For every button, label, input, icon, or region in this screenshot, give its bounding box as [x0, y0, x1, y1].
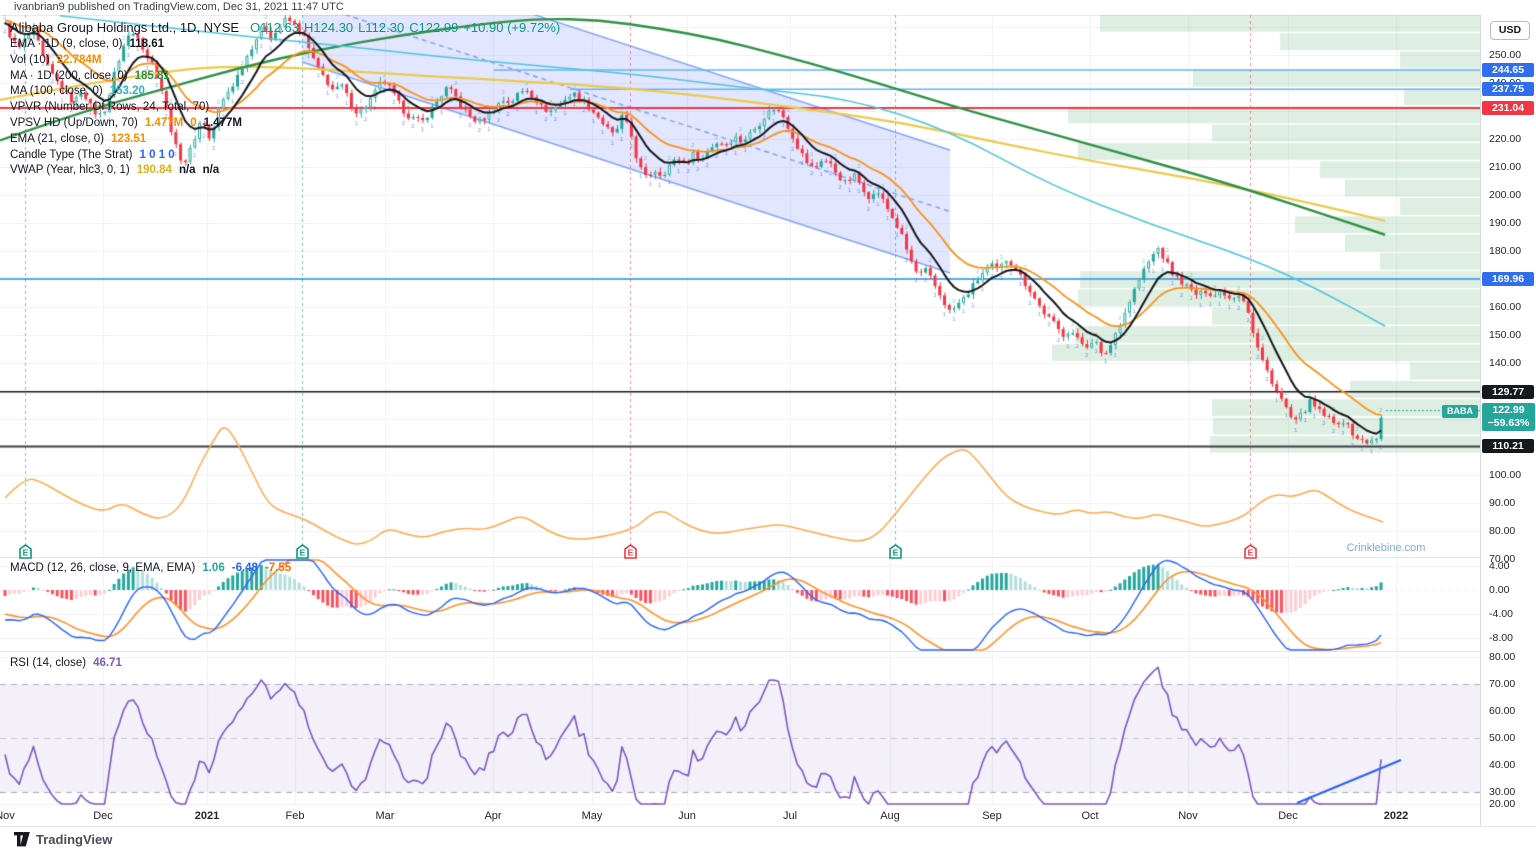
time-axis-label: May: [581, 810, 603, 822]
price-axis-label: 190.00: [1489, 217, 1522, 229]
svg-text:E: E: [1248, 548, 1254, 558]
rsi-axis-label: 50.00: [1489, 732, 1516, 744]
pane-separator-macd[interactable]: [0, 557, 1480, 558]
time-axis-label: Aug: [880, 810, 900, 822]
price-level-badge: 244.65: [1482, 62, 1534, 77]
rsi-axis-label: 80.00: [1489, 651, 1516, 663]
svg-text:E: E: [300, 548, 306, 558]
price-axis-label: 90.00: [1489, 497, 1516, 509]
macd-axis-label: 4.00: [1489, 560, 1510, 572]
bottom-bar: TradingView: [0, 826, 1536, 851]
price-axis-label: 220.00: [1489, 133, 1522, 145]
tradingview-logo[interactable]: TradingView: [14, 832, 112, 847]
svg-text:E: E: [23, 548, 29, 558]
price-axis-label: 150.00: [1489, 329, 1522, 341]
price-axis-label: 100.00: [1489, 469, 1522, 481]
watermark[interactable]: Crinklebine.com: [1330, 542, 1442, 554]
price-axis-label: 140.00: [1489, 357, 1522, 369]
tradingview-chart-window: ivanbrian9 published on TradingView.com,…: [0, 0, 1536, 851]
time-axis-label: 2021: [194, 810, 220, 822]
last-price: 122.99: [1492, 403, 1525, 416]
time-axis-label: Feb: [285, 810, 305, 822]
price-axis-label: 250.00: [1489, 49, 1522, 61]
macd-axis-label: -4.00: [1489, 608, 1513, 620]
price-axis-label: 180.00: [1489, 245, 1522, 257]
time-axis[interactable]: Nov Dec 2021 Feb Mar Apr May Jun Jul Aug Sep Oct Nov…: [0, 806, 1480, 826]
earnings-badge[interactable]: E: [1243, 544, 1258, 560]
macd-axis-label: -8.00: [1489, 632, 1513, 644]
price-axis-label: 80.00: [1489, 525, 1516, 537]
pane-separator-rsi[interactable]: [0, 651, 1480, 652]
price-axis-label: 200.00: [1489, 189, 1522, 201]
price-level-badge: 110.21: [1482, 439, 1534, 454]
price-level-badge: 231.04: [1482, 101, 1534, 116]
ticker-chip: BABA: [1442, 404, 1478, 418]
earnings-badge[interactable]: E: [623, 544, 638, 560]
svg-text:E: E: [893, 548, 899, 558]
price-level-badge: 129.77: [1482, 384, 1534, 399]
price-axis-label: 210.00: [1489, 161, 1522, 173]
time-axis-label: Nov: [1178, 810, 1198, 822]
macd-axis-label: 0.00: [1489, 584, 1510, 596]
time-axis-label: Apr: [484, 810, 502, 822]
rsi-axis-label: 60.00: [1489, 705, 1516, 717]
time-axis-label: Jun: [678, 810, 696, 822]
currency-button[interactable]: USD: [1490, 21, 1530, 40]
price-axis-label: 160.00: [1489, 301, 1522, 313]
earnings-badge[interactable]: E: [18, 544, 33, 560]
last-price-badge: 122.99 −59.63%: [1482, 402, 1535, 431]
time-axis-label: Jul: [782, 810, 798, 822]
chart-canvas[interactable]: [0, 0, 1480, 851]
rsi-axis-label: 40.00: [1489, 759, 1516, 771]
time-axis-label: Dec: [93, 810, 113, 822]
time-axis-label: Sep: [982, 810, 1002, 822]
price-level-badge: 237.75: [1482, 82, 1534, 97]
price-level-badge: 169.96: [1482, 272, 1534, 287]
time-axis-label: Mar: [375, 810, 395, 822]
last-change-pct: −59.63%: [1487, 416, 1530, 429]
time-axis-label: Nov: [0, 810, 15, 822]
earnings-badge[interactable]: E: [888, 544, 903, 560]
rsi-axis-label: 70.00: [1489, 678, 1516, 690]
tradingview-logo-text: TradingView: [36, 832, 113, 847]
svg-text:E: E: [628, 548, 634, 558]
price-axis[interactable]: USD 250.00240.00220.00210.00200.00190.00…: [1480, 15, 1536, 826]
time-axis-label: 2022: [1383, 810, 1409, 822]
time-axis-label: Dec: [1278, 810, 1298, 822]
tradingview-logo-icon: [14, 832, 30, 847]
time-axis-label: Oct: [1081, 810, 1099, 822]
rsi-axis-label: 30.00: [1489, 786, 1516, 798]
earnings-badge[interactable]: E: [295, 544, 310, 560]
rsi-axis-label: 20.00: [1489, 798, 1516, 810]
